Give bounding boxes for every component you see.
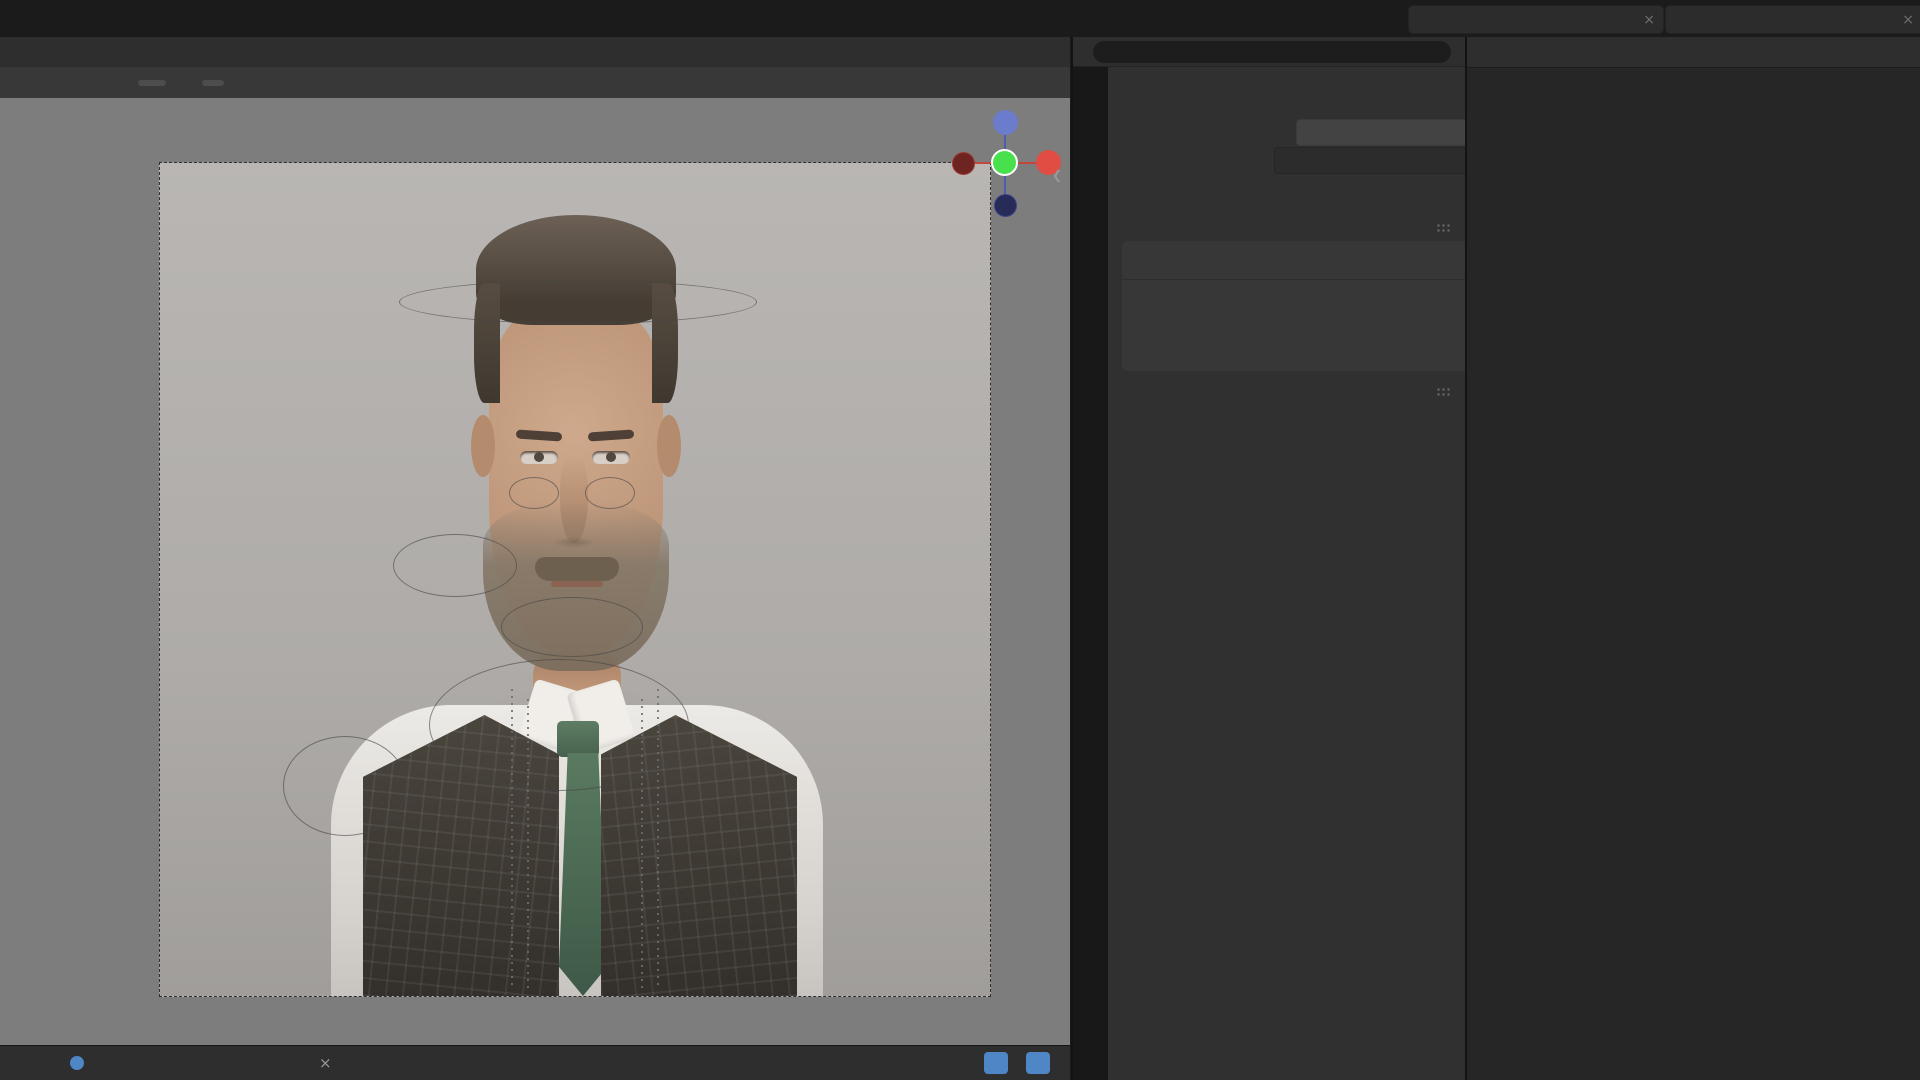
shader-editor-header: × (0, 1045, 1070, 1080)
grip-handle[interactable] (1436, 387, 1452, 396)
camera-render-border (159, 162, 991, 997)
properties-tab-column (1073, 67, 1108, 1080)
rig-circle-eye-r[interactable] (585, 477, 635, 509)
mustache (535, 557, 619, 581)
scene-selector[interactable]: × (1408, 5, 1664, 34)
viewlayer-selector[interactable]: × (1665, 5, 1920, 34)
rig-dotted-line (511, 689, 513, 989)
rig-circle-cheek[interactable] (393, 534, 517, 597)
drag-select[interactable] (1274, 147, 1490, 174)
tool-settings-bar (0, 67, 1070, 98)
rig-circle-head[interactable] (399, 280, 757, 324)
gizmo-z-button[interactable] (993, 110, 1018, 135)
overlays-button[interactable] (1026, 1052, 1050, 1074)
close-icon[interactable]: × (1902, 12, 1914, 28)
close-icon[interactable]: × (1643, 12, 1655, 28)
viewport-header (0, 37, 1070, 68)
mode-dropdown[interactable] (6, 49, 34, 55)
properties-editor (1071, 37, 1490, 1080)
gizmo-y-button[interactable] (991, 149, 1018, 176)
mouth (551, 581, 603, 587)
shader-header-right (978, 1052, 1056, 1074)
ear-right (657, 415, 681, 477)
orientation-select[interactable] (1296, 119, 1490, 146)
rig-dotted-line (641, 699, 643, 989)
sidebar-collapse-arrow[interactable]: ❮ (1052, 168, 1062, 182)
use-nodes-checkbox[interactable] (70, 1056, 91, 1070)
navigation-gizmo[interactable] (940, 98, 1070, 228)
drag-select[interactable] (202, 79, 224, 86)
rig-circle-shoulder[interactable] (283, 736, 407, 836)
rig-dotted-line (527, 699, 529, 989)
rig-circle-jaw[interactable] (429, 659, 689, 791)
snap-magnet-button[interactable] (984, 1052, 1008, 1074)
grip-handle[interactable] (1436, 223, 1452, 232)
outliner (1465, 37, 1920, 1080)
outliner-header (1467, 37, 1920, 68)
gizmo-z-neg-button[interactable] (994, 194, 1017, 217)
ear-left (471, 415, 495, 477)
viewport-3d[interactable]: ❮ (0, 98, 1070, 1045)
gizmo-x-neg-button[interactable] (952, 152, 975, 175)
properties-header (1073, 37, 1465, 67)
iris-left (534, 452, 544, 462)
unlink-icon[interactable]: × (319, 1054, 332, 1072)
world-datablock[interactable]: × (189, 1054, 350, 1072)
checkbox-checked-icon (70, 1056, 84, 1070)
blender-window: × × ❮ × (0, 0, 1920, 1080)
iris-right (606, 452, 616, 462)
rig-circle-eye-l[interactable] (509, 477, 559, 509)
rig-circle-mouth[interactable] (501, 597, 643, 657)
properties-body (1108, 67, 1490, 1080)
properties-search-input[interactable] (1093, 40, 1451, 63)
options-subpanel (1122, 241, 1467, 371)
orientation-select[interactable] (138, 79, 166, 86)
topbar: × × (0, 0, 1920, 38)
rig-dotted-line (657, 689, 659, 989)
